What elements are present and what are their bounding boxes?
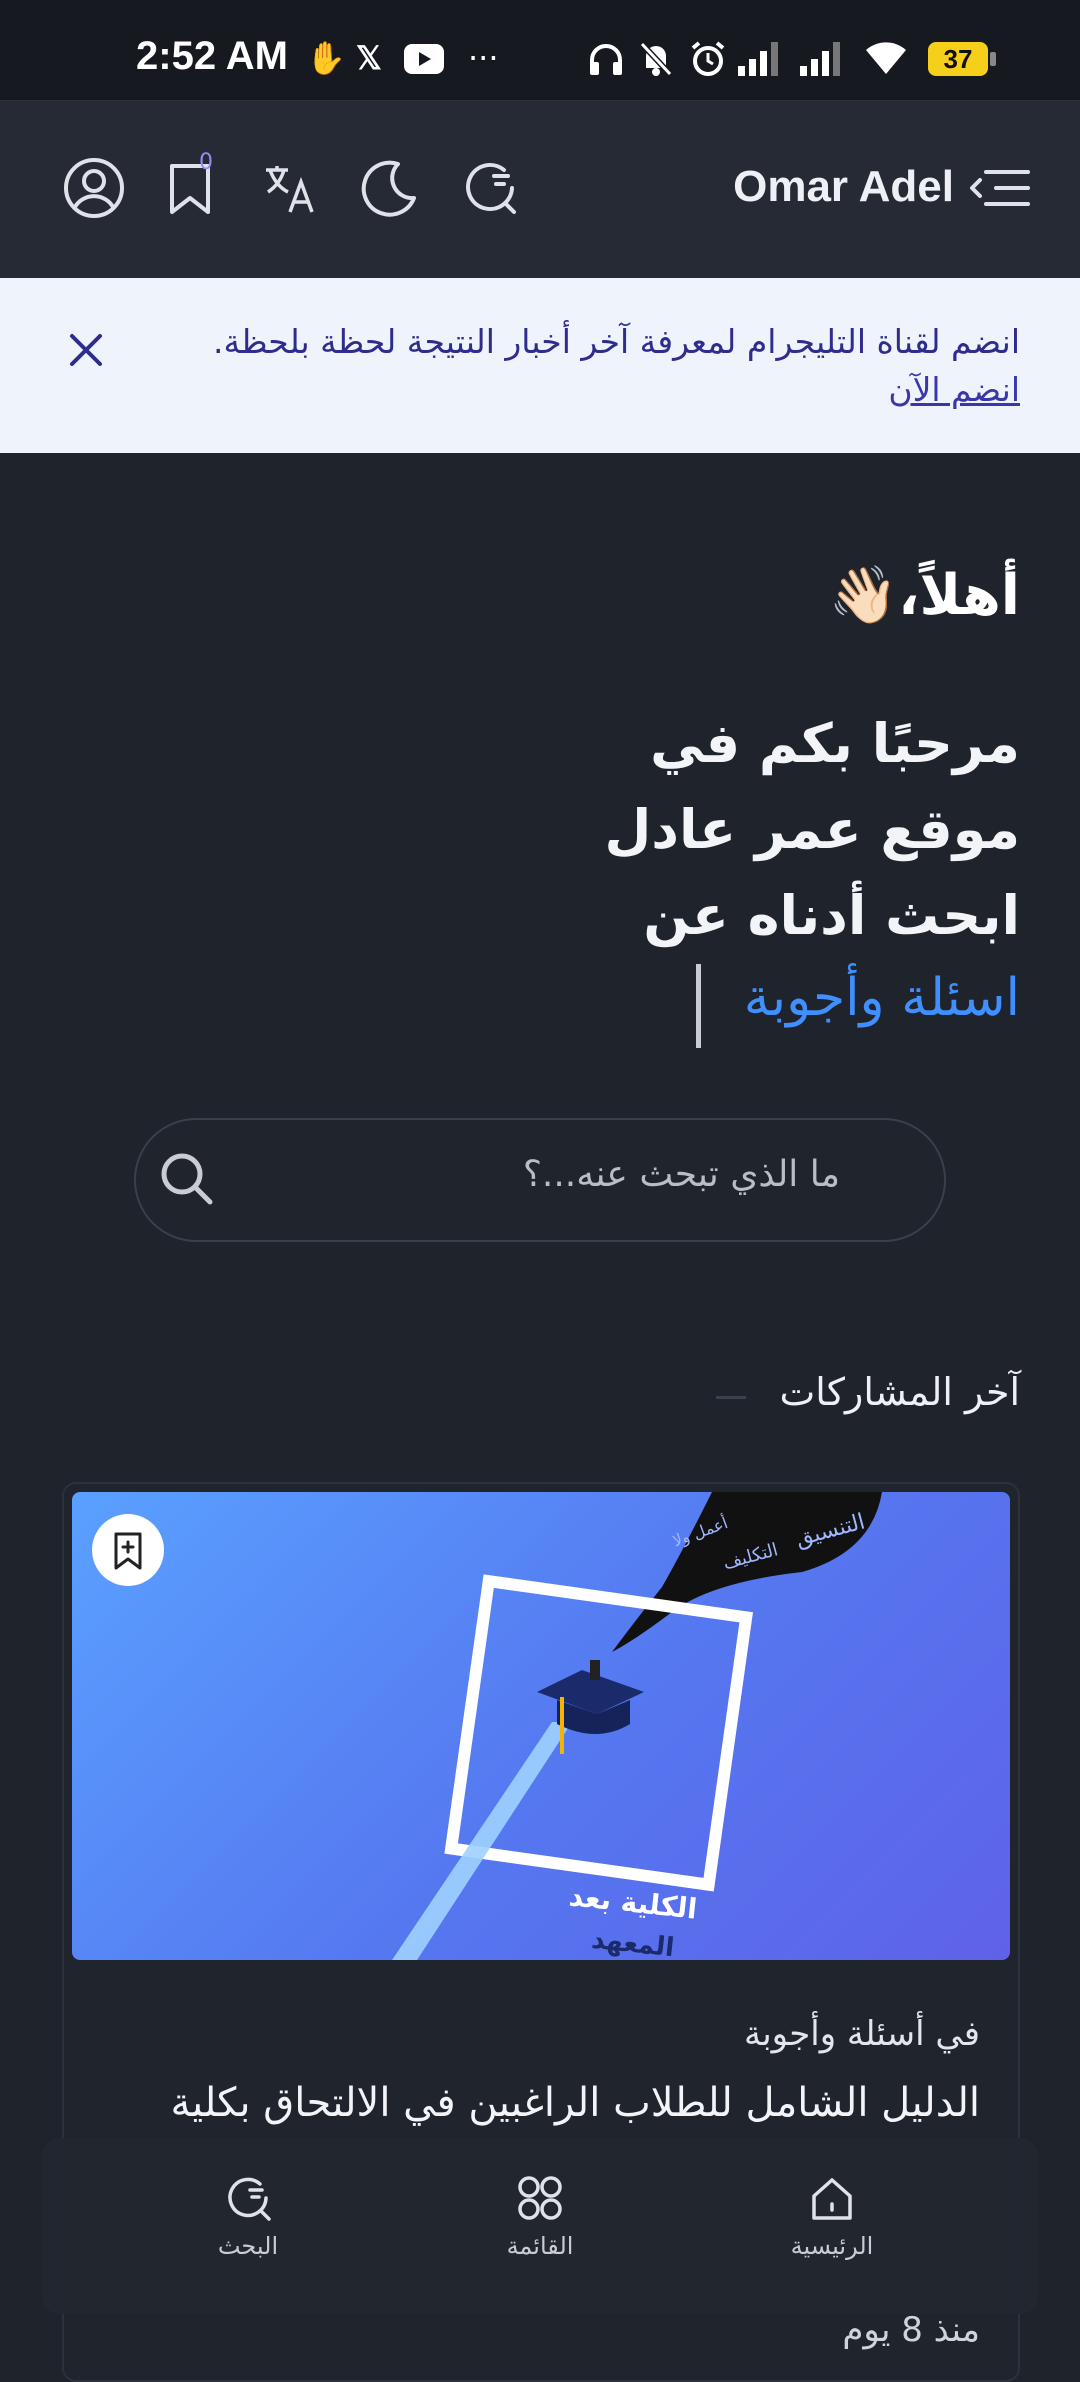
- search-placeholder: ما الذي تبحث عنه...؟: [522, 1154, 840, 1195]
- bookmark-count: 0: [199, 150, 213, 175]
- search-icon[interactable]: [156, 1148, 216, 1208]
- banner-message: انضم لقناة التليجرام لمعرفة آخر أخبار ال…: [120, 318, 1020, 414]
- wifi-icon: [866, 42, 906, 74]
- mute-bell-icon: [639, 41, 673, 77]
- post-image[interactable]: التنسيق التكليف أعمل ولا الكلية بعد المع…: [72, 1492, 1010, 1960]
- post-illustration: التنسيق التكليف أعمل ولا الكلية بعد المع…: [392, 1492, 882, 1960]
- typing-caret: [696, 964, 701, 1048]
- greeting: أهلاً،👋🏻: [828, 562, 1020, 628]
- post-category[interactable]: في أسئلة وأجوبة: [744, 2014, 980, 2054]
- nav-home-label: الرئيسية: [790, 2232, 874, 2260]
- stairs: [392, 1722, 572, 1960]
- home-icon: [812, 2178, 852, 2220]
- nav-home[interactable]: الرئيسية: [752, 2170, 912, 2290]
- alarm-icon: [691, 41, 725, 76]
- banner-join-link[interactable]: انضم الآن: [888, 370, 1020, 409]
- nav-menu[interactable]: القائمة: [460, 2170, 620, 2290]
- latest-posts-heading: آخر المشاركات: [779, 1370, 1020, 1414]
- menu-icon[interactable]: [962, 150, 1038, 226]
- moon-icon[interactable]: [352, 150, 428, 226]
- hero-typed-text: اسئلة وأجوبة: [743, 968, 1020, 1028]
- x-icon: 𝕏: [356, 40, 382, 76]
- search-refresh-icon: [228, 2177, 271, 2221]
- bookmark-icon[interactable]: [152, 150, 228, 226]
- search-refresh-icon[interactable]: [454, 150, 530, 226]
- wave-emoji-icon: 👋🏻: [828, 563, 899, 628]
- headphones-icon: [590, 44, 622, 75]
- save-post-button[interactable]: [92, 1514, 164, 1586]
- nav-menu-label: القائمة: [506, 2232, 574, 2260]
- hero-line-1: مرحبًا بكم في: [650, 712, 1020, 775]
- post-title[interactable]: الدليل الشامل للطلاب الراغبين في الالتحا…: [171, 2080, 980, 2126]
- banner-text: انضم لقناة التليجرام لمعرفة آخر أخبار ال…: [213, 322, 1020, 361]
- status-time: 2:52 AM: [136, 34, 288, 78]
- battery-indicator: 37: [928, 42, 988, 76]
- battery-tip: [990, 52, 996, 66]
- image-text-2: المعهد: [590, 1925, 676, 1960]
- add-bookmark-icon: [114, 1532, 142, 1570]
- grid-icon: [518, 2176, 562, 2220]
- hero-line-3: ابحث أدناه عن: [643, 884, 1020, 947]
- signal-2-icon: [800, 42, 840, 76]
- heading-divider: [716, 1396, 746, 1399]
- signal-1-icon: [738, 42, 778, 76]
- account-icon[interactable]: [56, 150, 132, 226]
- translate-icon[interactable]: [252, 150, 328, 226]
- site-title[interactable]: Omar Adel: [733, 162, 954, 212]
- youtube-icon: [404, 44, 444, 74]
- graduate-figure: [590, 1660, 600, 1680]
- post-date: منذ 8 يوم: [842, 2310, 980, 2350]
- hero-line-2: موقع عمر عادل: [604, 798, 1020, 861]
- nav-search[interactable]: البحث: [168, 2170, 328, 2290]
- close-icon[interactable]: [66, 330, 106, 370]
- greeting-text: أهلاً،: [898, 563, 1020, 628]
- wave-hand-icon: ✋: [306, 39, 346, 77]
- nav-search-label: البحث: [217, 2232, 279, 2260]
- more-notifications-icon: ···: [468, 39, 499, 77]
